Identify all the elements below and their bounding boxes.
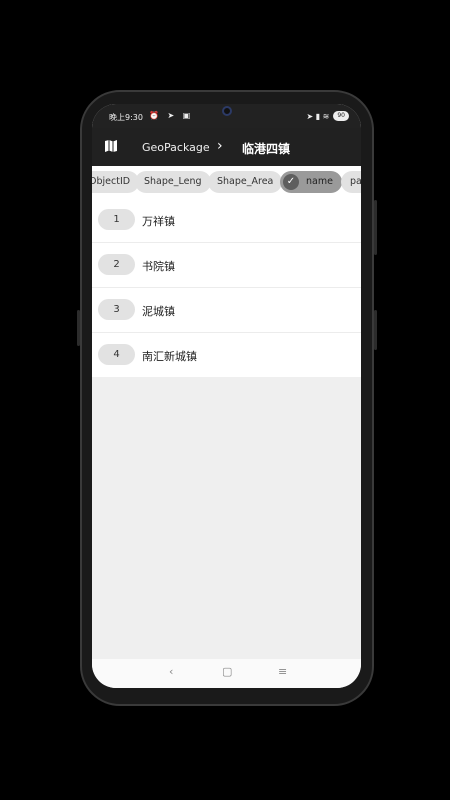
screen: 晚上9:30 ⏰ ➤ ▣ ➤ ▮ ≋ 90 GeoPackage › 临港四镇 …: [92, 104, 361, 688]
row-index: 1: [98, 209, 135, 230]
chip-name[interactable]: ✓ name: [280, 171, 342, 193]
row-name: 泥城镇: [142, 305, 175, 318]
power-button: [374, 200, 377, 255]
list-item[interactable]: 1 万祥镇: [92, 198, 361, 243]
battery-icon: 90: [333, 111, 349, 121]
status-left-icons: ⏰ ➤ ▣: [149, 111, 194, 120]
chip-label: ObjectID: [92, 176, 131, 187]
app-toolbar: GeoPackage › 临港四镇: [92, 128, 361, 166]
row-name: 南汇新城镇: [142, 350, 197, 363]
check-icon: ✓: [283, 174, 299, 190]
row-index: 4: [98, 344, 135, 365]
chip-label: Shape_Leng: [144, 176, 202, 187]
list-item[interactable]: 4 南汇新城镇: [92, 333, 361, 377]
chip-label: Shape_Area: [217, 176, 274, 187]
front-camera: [222, 106, 232, 116]
status-time: 晚上9:30: [109, 113, 143, 122]
chip-shape-area[interactable]: Shape_Area: [208, 171, 283, 193]
list-item[interactable]: 2 书院镇: [92, 243, 361, 288]
status-bar: 晚上9:30 ⏰ ➤ ▣ ➤ ▮ ≋ 90: [92, 104, 361, 128]
feature-list: 1 万祥镇 2 书院镇 3 泥城镇 4 南汇新城镇: [92, 198, 361, 377]
breadcrumb-current: 临港四镇: [242, 142, 291, 156]
chip-label: name: [306, 176, 333, 187]
map-icon[interactable]: [104, 139, 118, 153]
breadcrumb-root[interactable]: GeoPackage: [142, 141, 210, 154]
row-index: 3: [98, 299, 135, 320]
home-icon[interactable]: ▢: [222, 665, 232, 678]
chip-objectid[interactable]: ObjectID: [92, 171, 140, 193]
chevron-right-icon: ›: [217, 138, 223, 154]
menu-icon[interactable]: ≡: [278, 665, 287, 678]
list-item[interactable]: 3 泥城镇: [92, 288, 361, 333]
signal-wifi-icons: ➤ ▮ ≋: [306, 111, 330, 121]
chip-shape-leng[interactable]: Shape_Leng: [135, 171, 211, 193]
row-name: 书院镇: [142, 260, 175, 273]
back-icon[interactable]: ‹: [169, 665, 173, 678]
system-nav-bar: ‹ ▢ ≡: [92, 659, 361, 688]
side-button: [374, 310, 377, 350]
row-name: 万祥镇: [142, 215, 175, 228]
chip-label: pac: [350, 176, 361, 187]
volume-button: [77, 310, 80, 346]
chip-pac[interactable]: pac: [341, 171, 361, 193]
column-chip-bar[interactable]: ObjectID Shape_Leng Shape_Area ✓ name pa…: [92, 166, 361, 198]
row-index: 2: [98, 254, 135, 275]
status-right-icons: ➤ ▮ ≋ 90: [306, 111, 349, 121]
